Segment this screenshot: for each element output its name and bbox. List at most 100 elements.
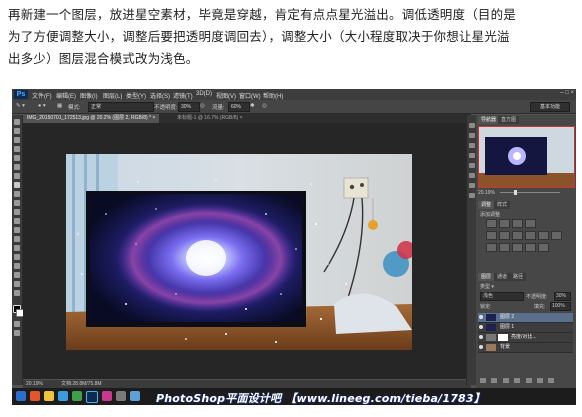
new-group-icon[interactable] — [525, 378, 532, 383]
layer-style-icon[interactable] — [491, 378, 498, 383]
mode-select[interactable]: 正常 — [88, 102, 154, 112]
menu-view[interactable]: 视图(V) — [216, 91, 236, 100]
eyedropper-tool-icon[interactable] — [14, 164, 20, 170]
taskbar-app-icon[interactable] — [72, 391, 82, 401]
history-brush-tool-icon[interactable] — [14, 200, 20, 206]
layer-kind-filter[interactable]: 类型 ▾ — [480, 283, 494, 290]
tab-document-2[interactable]: 未标题-1 @ 16.7% (RGB/8) × — [173, 114, 247, 123]
menu-filter[interactable]: 滤镜(T) — [173, 91, 193, 100]
crop-tool-icon[interactable] — [14, 155, 20, 161]
info-panel-icon[interactable] — [469, 153, 475, 158]
history-panel-icon[interactable] — [469, 123, 475, 128]
photo-filter-icon[interactable] — [538, 231, 549, 240]
tab-channels[interactable]: 通道 — [494, 273, 511, 281]
document-canvas-photo[interactable] — [66, 154, 412, 350]
posterize-icon[interactable] — [499, 243, 510, 252]
delete-layer-icon[interactable] — [548, 378, 555, 383]
taskbar-app-icon[interactable] — [30, 391, 40, 401]
link-layers-icon[interactable] — [480, 378, 486, 383]
black-white-icon[interactable] — [525, 231, 536, 240]
layer-name[interactable]: 图层 2 — [500, 313, 514, 322]
visibility-eye-icon[interactable] — [479, 325, 483, 329]
exposure-icon[interactable] — [525, 219, 536, 228]
gradient-tool-icon[interactable] — [14, 218, 20, 224]
tab-navigator[interactable]: 导航器 — [478, 116, 500, 124]
layer-name[interactable]: 背景 — [500, 343, 510, 352]
canvas-area[interactable] — [23, 123, 471, 379]
properties-panel-icon[interactable] — [469, 143, 475, 148]
clone-stamp-tool-icon[interactable] — [14, 191, 20, 197]
folder-icon[interactable] — [44, 391, 54, 401]
menu-layer[interactable]: 图层(L) — [103, 91, 122, 100]
layer-row[interactable]: 亮度/对比... — [478, 333, 573, 343]
menu-select[interactable]: 选择(S) — [150, 91, 170, 100]
browser-icon[interactable] — [58, 391, 68, 401]
tab-styles[interactable]: 样式 — [494, 201, 511, 209]
screen-mode-icon[interactable] — [14, 330, 20, 336]
new-layer-icon[interactable] — [536, 378, 543, 383]
menu-type[interactable]: 类型(Y) — [126, 91, 146, 100]
quick-mask-icon[interactable] — [14, 321, 20, 327]
vibrance-icon[interactable] — [486, 231, 497, 240]
menu-help[interactable]: 帮助(H) — [263, 91, 283, 100]
menu-edit[interactable]: 编辑(E) — [56, 91, 76, 100]
menu-3d[interactable]: 3D(D) — [196, 91, 212, 97]
healing-tool-icon[interactable] — [14, 173, 20, 179]
new-adjustment-icon[interactable] — [514, 378, 521, 383]
brush-size-icon[interactable]: ● ▾ — [38, 103, 46, 109]
taskbar-app-icon[interactable] — [102, 391, 112, 401]
fill-input[interactable]: 100% — [550, 302, 571, 311]
dodge-tool-icon[interactable] — [14, 236, 20, 242]
brush-tool-icon-active[interactable] — [14, 182, 20, 188]
brush-panel-icon[interactable]: ▦ — [57, 103, 62, 109]
quick-select-tool-icon[interactable] — [14, 146, 20, 152]
pressure-opacity-icon[interactable]: ◎ — [200, 103, 205, 109]
tab-layers[interactable]: 图层 — [478, 273, 495, 281]
layer-row[interactable]: 图层 1 — [478, 323, 573, 333]
type-tool-icon[interactable] — [14, 254, 20, 260]
visibility-eye-icon[interactable] — [479, 335, 483, 339]
invert-icon[interactable] — [486, 243, 497, 252]
hue-saturation-icon[interactable] — [499, 231, 510, 240]
move-tool-icon[interactable] — [14, 119, 20, 125]
tab-document-1[interactable]: IMG_20150701_172513.jpg @ 20.2% (图层 2, R… — [23, 114, 160, 123]
zoom-slider[interactable] — [500, 192, 560, 193]
shape-tool-icon[interactable] — [14, 272, 20, 278]
tab-paths[interactable]: 路径 — [510, 273, 527, 281]
brush-panel-icon[interactable] — [469, 163, 475, 168]
layer-opacity-input[interactable]: 30% — [554, 292, 571, 301]
blend-mode-select[interactable]: 浅色 — [480, 292, 524, 301]
opacity-input[interactable]: 30% — [178, 102, 200, 112]
workspace-select[interactable]: 基本功能 — [530, 102, 570, 112]
actions-panel-icon[interactable] — [469, 133, 475, 138]
airbrush-icon[interactable]: ✱ — [250, 103, 255, 109]
start-button-icon[interactable] — [16, 391, 26, 401]
add-mask-icon[interactable] — [502, 378, 509, 383]
hand-tool-icon[interactable] — [14, 281, 20, 287]
zoom-level[interactable]: 20.19% — [26, 380, 43, 388]
marquee-tool-icon[interactable] — [14, 128, 20, 134]
curves-icon[interactable] — [512, 219, 523, 228]
path-select-tool-icon[interactable] — [14, 263, 20, 269]
navigator-zoom-value[interactable]: 20.19% — [478, 190, 495, 196]
tab-histogram[interactable]: 直方图 — [498, 116, 520, 124]
threshold-icon[interactable] — [512, 243, 523, 252]
zoom-tool-icon[interactable] — [14, 290, 20, 296]
layer-row[interactable]: 图层 2 — [478, 313, 573, 323]
gradient-map-icon[interactable] — [525, 243, 536, 252]
visibility-eye-icon[interactable] — [479, 315, 483, 319]
taskbar-app-icon[interactable] — [116, 391, 126, 401]
lasso-tool-icon[interactable] — [14, 137, 20, 143]
levels-icon[interactable] — [499, 219, 510, 228]
layer-row[interactable]: 背景 — [478, 343, 573, 353]
menu-file[interactable]: 文件(F) — [32, 91, 52, 100]
eraser-tool-icon[interactable] — [14, 209, 20, 215]
menu-image[interactable]: 图像(I) — [80, 91, 98, 100]
taskbar-app-icon[interactable] — [130, 391, 140, 401]
menu-window[interactable]: 窗口(W) — [239, 91, 261, 100]
layer-name[interactable]: 亮度/对比... — [511, 333, 537, 342]
character-panel-icon[interactable] — [469, 173, 475, 178]
tab-adjustments[interactable]: 调整 — [478, 201, 495, 209]
pen-tool-icon[interactable] — [14, 245, 20, 251]
color-balance-icon[interactable] — [512, 231, 523, 240]
